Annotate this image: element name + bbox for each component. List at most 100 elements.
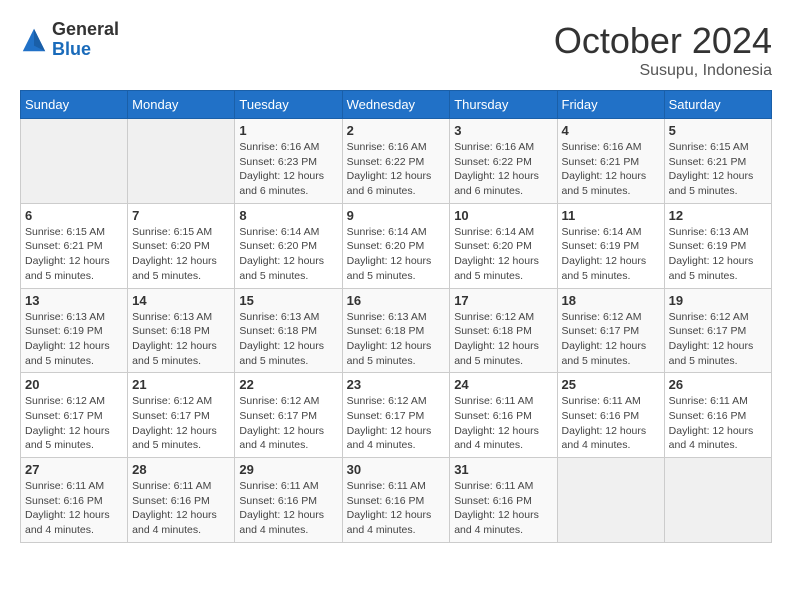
calendar-cell: 23Sunrise: 6:12 AM Sunset: 6:17 PM Dayli…: [342, 373, 450, 458]
day-number: 4: [562, 123, 660, 138]
calendar-cell: 10 Sunrise: 6:14 AM Sunset: 6:20 PM Dayli…: [450, 203, 557, 288]
logo-icon: [20, 26, 48, 54]
day-detail: Sunrise: 6:11 AM Sunset: 6:16 PM Dayligh…: [454, 479, 552, 538]
weekday-header: Monday: [128, 91, 235, 119]
calendar-cell: 1 Sunrise: 6:16 AM Sunset: 6:23 PM Daylig…: [235, 119, 342, 204]
calendar-week-row: 1 Sunrise: 6:16 AM Sunset: 6:23 PM Daylig…: [21, 119, 772, 204]
weekday-header: Tuesday: [235, 91, 342, 119]
day-detail: Sunrise: 6:13 AM Sunset: 6:18 PM Dayligh…: [347, 310, 446, 369]
calendar-cell: 21 Sunrise: 6:12 AM Sunset: 6:17 PM Dayli…: [128, 373, 235, 458]
day-detail: Sunrise: 6:12 AM Sunset: 6:17 PM Dayligh…: [132, 394, 230, 453]
calendar-cell: 8 Sunrise: 6:14 AM Sunset: 6:20 PM Daylig…: [235, 203, 342, 288]
day-number: 8: [239, 208, 337, 223]
day-number: 28: [132, 462, 230, 477]
calendar-cell: 2Sunrise: 6:16 AM Sunset: 6:22 PM Daylig…: [342, 119, 450, 204]
day-detail: Sunrise: 6:12 AM Sunset: 6:18 PM Dayligh…: [454, 310, 552, 369]
calendar-cell: 13 Sunrise: 6:13 AM Sunset: 6:19 PM Dayli…: [21, 288, 128, 373]
calendar-week-row: 20Sunrise: 6:12 AM Sunset: 6:17 PM Dayli…: [21, 373, 772, 458]
day-number: 10: [454, 208, 552, 223]
day-detail: Sunrise: 6:16 AM Sunset: 6:21 PM Dayligh…: [562, 140, 660, 199]
day-number: 7: [132, 208, 230, 223]
day-number: 30: [347, 462, 446, 477]
location-subtitle: Susupu, Indonesia: [554, 62, 772, 80]
page-header: General Blue October 2024 Susupu, Indone…: [20, 20, 772, 80]
calendar-cell: 12 Sunrise: 6:13 AM Sunset: 6:19 PM Dayli…: [664, 203, 771, 288]
day-number: 13: [25, 293, 123, 308]
calendar-cell: [557, 458, 664, 543]
calendar-cell: [21, 119, 128, 204]
logo: General Blue: [20, 20, 119, 60]
day-detail: Sunrise: 6:14 AM Sunset: 6:19 PM Dayligh…: [562, 225, 660, 284]
weekday-header: Saturday: [664, 91, 771, 119]
day-number: 27: [25, 462, 123, 477]
calendar-week-row: 6 Sunrise: 6:15 AM Sunset: 6:21 PM Daylig…: [21, 203, 772, 288]
day-detail: Sunrise: 6:11 AM Sunset: 6:16 PM Dayligh…: [25, 479, 123, 538]
calendar-cell: 24 Sunrise: 6:11 AM Sunset: 6:16 PM Dayli…: [450, 373, 557, 458]
calendar-cell: 3Sunrise: 6:16 AM Sunset: 6:22 PM Daylig…: [450, 119, 557, 204]
day-detail: Sunrise: 6:15 AM Sunset: 6:21 PM Dayligh…: [669, 140, 767, 199]
calendar-cell: 17Sunrise: 6:12 AM Sunset: 6:18 PM Dayli…: [450, 288, 557, 373]
day-detail: Sunrise: 6:16 AM Sunset: 6:22 PM Dayligh…: [454, 140, 552, 199]
day-detail: Sunrise: 6:16 AM Sunset: 6:22 PM Dayligh…: [347, 140, 446, 199]
day-detail: Sunrise: 6:12 AM Sunset: 6:17 PM Dayligh…: [25, 394, 123, 453]
day-number: 23: [347, 377, 446, 392]
day-number: 19: [669, 293, 767, 308]
day-number: 22: [239, 377, 337, 392]
day-number: 31: [454, 462, 552, 477]
day-detail: Sunrise: 6:13 AM Sunset: 6:19 PM Dayligh…: [669, 225, 767, 284]
calendar-cell: 11 Sunrise: 6:14 AM Sunset: 6:19 PM Dayli…: [557, 203, 664, 288]
calendar-week-row: 13 Sunrise: 6:13 AM Sunset: 6:19 PM Dayli…: [21, 288, 772, 373]
calendar-cell: [128, 119, 235, 204]
day-number: 18: [562, 293, 660, 308]
calendar-cell: 20Sunrise: 6:12 AM Sunset: 6:17 PM Dayli…: [21, 373, 128, 458]
calendar-cell: 29 Sunrise: 6:11 AM Sunset: 6:16 PM Dayli…: [235, 458, 342, 543]
day-detail: Sunrise: 6:11 AM Sunset: 6:16 PM Dayligh…: [347, 479, 446, 538]
calendar-cell: 15Sunrise: 6:13 AM Sunset: 6:18 PM Dayli…: [235, 288, 342, 373]
calendar-cell: 26Sunrise: 6:11 AM Sunset: 6:16 PM Dayli…: [664, 373, 771, 458]
day-number: 29: [239, 462, 337, 477]
day-detail: Sunrise: 6:14 AM Sunset: 6:20 PM Dayligh…: [239, 225, 337, 284]
calendar-cell: 9Sunrise: 6:14 AM Sunset: 6:20 PM Daylig…: [342, 203, 450, 288]
day-detail: Sunrise: 6:15 AM Sunset: 6:21 PM Dayligh…: [25, 225, 123, 284]
title-block: October 2024 Susupu, Indonesia: [554, 20, 772, 80]
calendar-cell: 22Sunrise: 6:12 AM Sunset: 6:17 PM Dayli…: [235, 373, 342, 458]
calendar-cell: 4 Sunrise: 6:16 AM Sunset: 6:21 PM Daylig…: [557, 119, 664, 204]
calendar-cell: 16 Sunrise: 6:13 AM Sunset: 6:18 PM Dayli…: [342, 288, 450, 373]
calendar-cell: 30 Sunrise: 6:11 AM Sunset: 6:16 PM Dayli…: [342, 458, 450, 543]
day-number: 25: [562, 377, 660, 392]
calendar-cell: 25Sunrise: 6:11 AM Sunset: 6:16 PM Dayli…: [557, 373, 664, 458]
day-detail: Sunrise: 6:11 AM Sunset: 6:16 PM Dayligh…: [132, 479, 230, 538]
day-detail: Sunrise: 6:13 AM Sunset: 6:18 PM Dayligh…: [132, 310, 230, 369]
month-title: October 2024: [554, 20, 772, 62]
day-number: 21: [132, 377, 230, 392]
day-number: 12: [669, 208, 767, 223]
logo-text: General Blue: [52, 20, 119, 60]
weekday-header: Wednesday: [342, 91, 450, 119]
weekday-header-row: SundayMondayTuesdayWednesdayThursdayFrid…: [21, 91, 772, 119]
weekday-header: Thursday: [450, 91, 557, 119]
day-number: 11: [562, 208, 660, 223]
day-detail: Sunrise: 6:14 AM Sunset: 6:20 PM Dayligh…: [347, 225, 446, 284]
day-number: 16: [347, 293, 446, 308]
day-detail: Sunrise: 6:13 AM Sunset: 6:19 PM Dayligh…: [25, 310, 123, 369]
logo-general: General: [52, 20, 119, 40]
day-detail: Sunrise: 6:11 AM Sunset: 6:16 PM Dayligh…: [454, 394, 552, 453]
weekday-header: Sunday: [21, 91, 128, 119]
day-number: 1: [239, 123, 337, 138]
calendar-cell: 7Sunrise: 6:15 AM Sunset: 6:20 PM Daylig…: [128, 203, 235, 288]
calendar-cell: 31 Sunrise: 6:11 AM Sunset: 6:16 PM Dayli…: [450, 458, 557, 543]
logo-blue: Blue: [52, 40, 119, 60]
day-number: 15: [239, 293, 337, 308]
day-detail: Sunrise: 6:14 AM Sunset: 6:20 PM Dayligh…: [454, 225, 552, 284]
calendar-table: SundayMondayTuesdayWednesdayThursdayFrid…: [20, 90, 772, 543]
day-detail: Sunrise: 6:16 AM Sunset: 6:23 PM Dayligh…: [239, 140, 337, 199]
calendar-cell: 27 Sunrise: 6:11 AM Sunset: 6:16 PM Dayli…: [21, 458, 128, 543]
day-detail: Sunrise: 6:11 AM Sunset: 6:16 PM Dayligh…: [239, 479, 337, 538]
calendar-cell: [664, 458, 771, 543]
day-number: 6: [25, 208, 123, 223]
calendar-cell: 18 Sunrise: 6:12 AM Sunset: 6:17 PM Dayli…: [557, 288, 664, 373]
day-detail: Sunrise: 6:12 AM Sunset: 6:17 PM Dayligh…: [562, 310, 660, 369]
calendar-cell: 14Sunrise: 6:13 AM Sunset: 6:18 PM Dayli…: [128, 288, 235, 373]
day-number: 24: [454, 377, 552, 392]
day-number: 5: [669, 123, 767, 138]
